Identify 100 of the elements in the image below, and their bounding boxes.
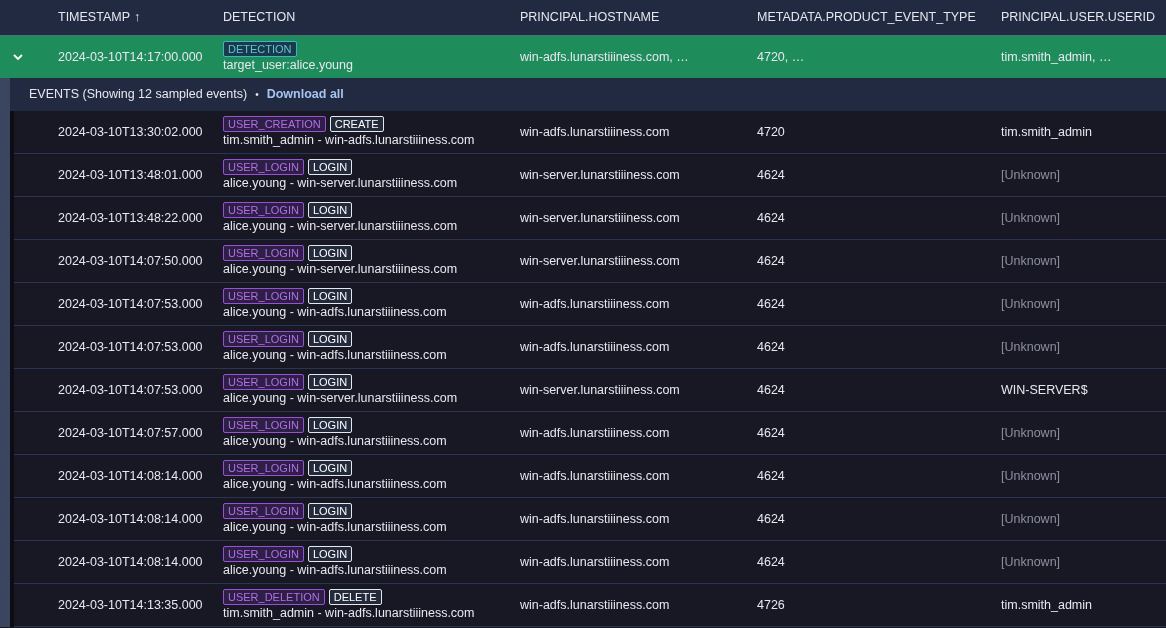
action-tag: LOGIN	[307, 158, 353, 175]
action-tag: LOGIN	[307, 459, 353, 476]
event-type-tag: USER_LOGIN	[223, 158, 304, 175]
hostname: win-adfs.lunarstiiiness.com	[520, 467, 671, 485]
hostname: win-adfs.lunarstiiiness.com, …	[520, 48, 690, 66]
event-type-tag: USER_LOGIN	[223, 244, 304, 261]
user-id: tim.smith_admin	[1001, 596, 1093, 614]
event-summary: alice.young - win-adfs.lunarstiiiness.com	[223, 475, 447, 493]
timestamp: 2024-03-10T14:07:53.000	[58, 381, 204, 399]
event-type-tag: USER_LOGIN	[223, 201, 304, 218]
timestamp: 2024-03-10T14:07:53.000	[58, 338, 204, 356]
column-header[interactable]: PRINCIPAL.USER.USERID	[1001, 8, 1155, 27]
event-summary: alice.young - win-adfs.lunarstiiiness.com	[223, 518, 447, 536]
event-summary: alice.young - win-server.lunarstiiiness.com	[223, 217, 458, 235]
user-id: [Unknown]	[1001, 510, 1062, 528]
event-type: 4624	[757, 467, 786, 485]
event-type: 4624	[757, 295, 786, 313]
event-type: 4624	[757, 510, 786, 528]
hostname: win-adfs.lunarstiiiness.com	[520, 596, 671, 614]
event-summary: alice.young - win-adfs.lunarstiiiness.com	[223, 432, 447, 450]
hostname: win-server.lunarstiiiness.com	[520, 252, 681, 270]
event-type-tag: USER_CREATION	[223, 115, 326, 132]
user-id: [Unknown]	[1001, 338, 1062, 356]
sort-indicator[interactable]: ↑	[134, 8, 141, 27]
timestamp: 2024-03-10T14:08:14.000	[58, 467, 204, 485]
user-id: [Unknown]	[1001, 252, 1062, 270]
event-type: 4624	[757, 381, 786, 399]
action-tag: LOGIN	[307, 416, 353, 433]
user-id: tim.smith_admin	[1001, 123, 1093, 141]
hostname: win-adfs.lunarstiiiness.com	[520, 553, 671, 571]
event-summary: alice.young - win-adfs.lunarstiiiness.com	[223, 346, 447, 364]
chevron-down-icon	[12, 51, 24, 63]
event-type-tag: USER_LOGIN	[223, 416, 304, 433]
event-type: 4624	[757, 252, 786, 270]
event-type-tag: USER_LOGIN	[223, 287, 304, 304]
hostname: win-adfs.lunarstiiiness.com	[520, 510, 671, 528]
user-id: [Unknown]	[1001, 209, 1062, 227]
event-type-tag: USER_LOGIN	[223, 330, 304, 347]
user-id: [Unknown]	[1001, 553, 1062, 571]
timestamp: 2024-03-10T14:07:57.000	[58, 424, 204, 442]
event-summary: alice.young - win-server.lunarstiiiness.com	[223, 389, 458, 407]
event-type: 4624	[757, 166, 786, 184]
detection-summary: target_user:alice.young	[223, 56, 353, 74]
event-summary: tim.smith_admin - win-adfs.lunarstiiiness.com	[223, 131, 475, 149]
timestamp: 2024-03-10T13:48:01.000	[58, 166, 204, 184]
user-id: [Unknown]	[1001, 295, 1062, 313]
event-type: 4624	[757, 553, 786, 571]
detection-tag: DETECTION	[223, 40, 297, 57]
action-tag: LOGIN	[307, 201, 353, 218]
event-type: 4624	[757, 424, 786, 442]
event-type-tag: USER_LOGIN	[223, 545, 304, 562]
download-link[interactable]: Download all	[266, 85, 344, 104]
event-summary: alice.young - win-adfs.lunarstiiiness.com	[223, 561, 447, 579]
action-tag: LOGIN	[307, 330, 353, 347]
timestamp: 2024-03-10T14:07:53.000	[58, 295, 204, 313]
event-type: 4624	[757, 338, 786, 356]
action-tag: LOGIN	[307, 545, 353, 562]
timestamp: 2024-03-10T13:30:02.000	[58, 123, 204, 141]
event-type: 4720	[757, 123, 786, 141]
event-type: 4726	[757, 596, 786, 614]
hostname: win-server.lunarstiiiness.com	[520, 166, 681, 184]
event-type-tag: USER_LOGIN	[223, 502, 304, 519]
action-tag: LOGIN	[307, 373, 353, 390]
separator-dot: •	[255, 88, 259, 102]
event-type: 4720, …	[757, 48, 806, 66]
event-type-tag: USER_LOGIN	[223, 373, 304, 390]
events-caption: EVENTS (Showing 12 sampled events)	[29, 86, 248, 104]
hostname: win-server.lunarstiiiness.com	[520, 381, 681, 399]
column-header[interactable]: METADATA.PRODUCT_EVENT_TYPE	[757, 8, 976, 27]
timestamp: 2024-03-10T13:48:22.000	[58, 209, 204, 227]
column-header[interactable]: TIMESTAMP	[58, 8, 130, 27]
user-id: [Unknown]	[1001, 166, 1062, 184]
action-tag: LOGIN	[307, 287, 353, 304]
event-type-tag: USER_LOGIN	[223, 459, 304, 476]
timestamp: 2024-03-10T14:08:14.000	[58, 510, 204, 528]
timestamp: 2024-03-10T14:07:50.000	[58, 252, 204, 270]
column-header[interactable]: PRINCIPAL.HOSTNAME	[520, 8, 660, 27]
event-summary: tim.smith_admin - win-adfs.lunarstiiiness.com	[223, 604, 475, 622]
event-summary: alice.young - win-server.lunarstiiiness.com	[223, 174, 458, 192]
column-header[interactable]: DETECTION	[223, 8, 296, 27]
action-tag: CREATE	[329, 115, 384, 132]
hostname: win-adfs.lunarstiiiness.com	[520, 338, 671, 356]
hostname: win-server.lunarstiiiness.com	[520, 209, 681, 227]
event-summary: alice.young - win-server.lunarstiiiness.com	[223, 260, 458, 278]
event-type: 4624	[757, 209, 786, 227]
timestamp: 2024-03-10T14:13:35.000	[58, 596, 204, 614]
action-tag: LOGIN	[307, 502, 353, 519]
hostname: win-adfs.lunarstiiiness.com	[520, 123, 671, 141]
user-id: WIN-SERVER$	[1001, 381, 1089, 399]
action-tag: LOGIN	[307, 244, 353, 261]
event-summary: alice.young - win-adfs.lunarstiiiness.com	[223, 303, 447, 321]
user-id: [Unknown]	[1001, 467, 1062, 485]
timestamp: 2024-03-10T14:08:14.000	[58, 553, 204, 571]
user-id: [Unknown]	[1001, 424, 1062, 442]
action-tag: DELETE	[328, 588, 382, 605]
hostname: win-adfs.lunarstiiiness.com	[520, 295, 671, 313]
event-type-tag: USER_DELETION	[223, 588, 325, 605]
hostname: win-adfs.lunarstiiiness.com	[520, 424, 671, 442]
timestamp: 2024-03-10T14:17:00.000	[58, 48, 204, 66]
user-id: tim.smith_admin, …	[1001, 48, 1113, 66]
